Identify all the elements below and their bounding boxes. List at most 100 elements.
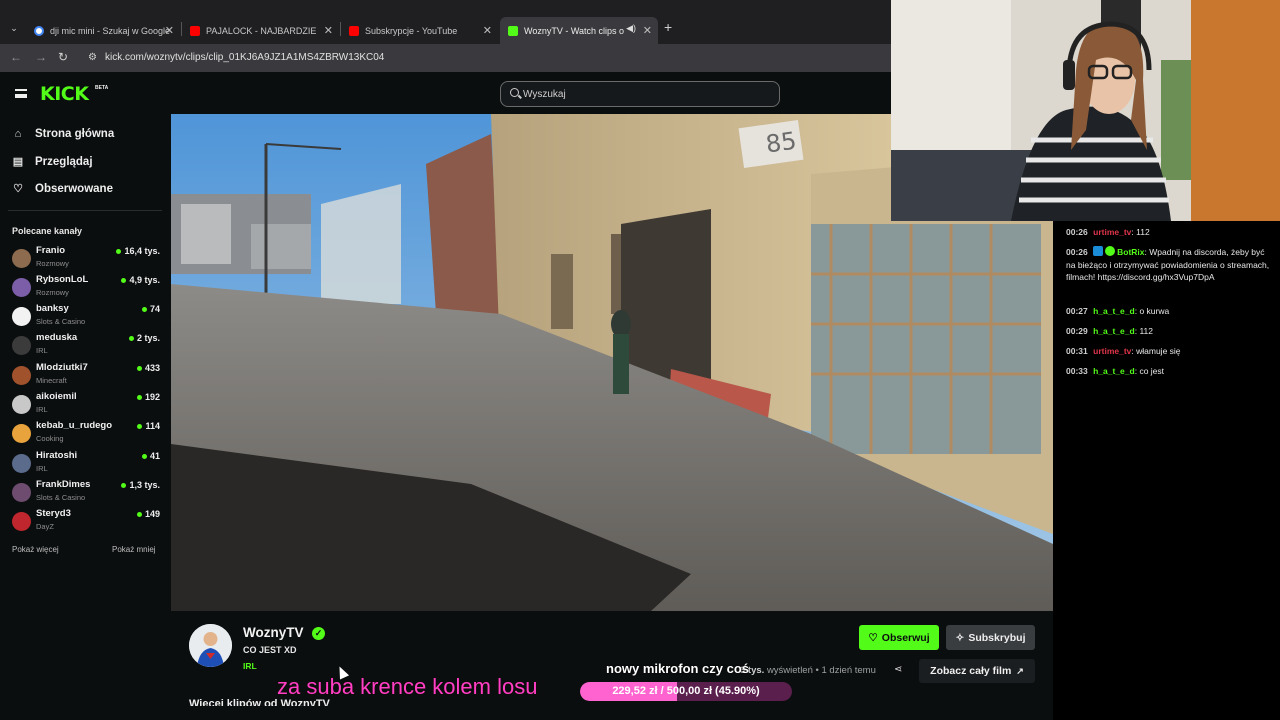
live-dot-icon [116, 248, 122, 254]
nav-browse[interactable]: ▤ Przeglądaj [12, 155, 93, 169]
forward-arrow-icon[interactable]: → [35, 50, 47, 64]
sidebar-channel-aikoiemil[interactable]: aikoiemil IRL 192 [12, 391, 160, 419]
browser-tab-kick[interactable]: WoznyTV - Watch clips on K ◀) ✕ [500, 17, 658, 44]
chat-timestamp: 00:26 [1066, 227, 1088, 237]
back-arrow-icon[interactable]: ← [10, 50, 22, 64]
watch-full-label: Zobacz cały film [930, 665, 1012, 677]
external-link-icon: ↗ [1016, 665, 1024, 676]
kick-logo[interactable]: KICK [40, 83, 89, 105]
nav-home[interactable]: ⌂ Strona główna [12, 128, 115, 140]
category-tag[interactable]: IRL [243, 661, 257, 671]
chat-timestamp: 00:27 [1066, 306, 1088, 316]
channel-avatar[interactable] [189, 624, 232, 667]
chat-text: włamuje się [1136, 346, 1181, 356]
house-number-text: 85 [764, 127, 798, 159]
avatar [12, 395, 31, 414]
browser-tab-bar: ⌄ dji mic mini - Szukaj w Google ✕ PAJAL… [0, 0, 891, 44]
channel-category: DayZ [36, 522, 54, 531]
hamburger-menu-icon[interactable] [15, 89, 27, 98]
subscribe-button[interactable]: ✧ Subskrybuj [946, 625, 1035, 650]
sidebar-channel-hiratoshi[interactable]: Hiratoshi IRL 41 [12, 450, 160, 478]
chat-message: 00:26 BotRix: Wpadnij na discorda, żeby … [1066, 246, 1270, 283]
viewer-count: 41 [141, 451, 160, 461]
screen: ⌄ dji mic mini - Szukaj w Google ✕ PAJAL… [0, 0, 1280, 720]
close-tab-icon[interactable]: ✕ [643, 24, 652, 37]
search-box[interactable] [500, 81, 780, 107]
viewer-count: 16,4 tys. [116, 246, 160, 256]
viewer-count: 114 [137, 421, 160, 431]
reload-icon[interactable]: ↻ [58, 50, 68, 64]
channel-category: Rozmowy [36, 259, 69, 268]
browser-tab-pajalock[interactable]: PAJALOCK - NAJBARDZIEJ TOK ✕ [182, 17, 339, 44]
clip-stats: 3 tys. wyświetleń • 1 dzień temu [740, 665, 876, 676]
sidebar-divider [8, 210, 162, 211]
sidebar-channel-steryd3[interactable]: Steryd3 DayZ 149 [12, 508, 160, 536]
chat-username[interactable]: h_a_t_e_d [1093, 306, 1135, 316]
child-figure [611, 310, 631, 338]
site-info-icon[interactable]: ⚙ [88, 52, 97, 63]
webcam-overlay [891, 0, 1280, 221]
search-input[interactable] [523, 86, 763, 103]
viewer-count-value: 1,3 tys. [129, 480, 160, 490]
nav-following[interactable]: ♡ Obserwowane [12, 182, 113, 196]
watch-full-video-button[interactable]: Zobacz cały film ↗ [919, 659, 1035, 683]
browser-tab-youtube-subs[interactable]: Subskrypcje - YouTube ✕ [341, 17, 498, 44]
nav-label: Przeglądaj [35, 155, 93, 168]
speaker-icon[interactable]: ◀) [626, 23, 636, 34]
show-less-button[interactable]: Pokaż mniej [112, 545, 156, 554]
views-label: wyświetleń [766, 665, 813, 676]
chat-username[interactable]: h_a_t_e_d [1093, 326, 1135, 336]
tab-list-chevron-icon[interactable]: ⌄ [6, 20, 22, 36]
live-dot-icon [141, 453, 147, 459]
tab-title: dji mic mini - Szukaj w Google [50, 25, 170, 36]
avatar-image [189, 624, 232, 667]
sidebar-channel-rybsonlol[interactable]: RybsonLoL Rozmowy 4,9 tys. [12, 274, 160, 302]
chat-username[interactable]: urtime_tv [1093, 227, 1131, 237]
live-dot-icon [121, 482, 127, 488]
follow-button[interactable]: ♡ Obserwuj [859, 625, 939, 650]
show-more-button[interactable]: Pokaż więcej [12, 545, 59, 554]
sidebar-channel-franio[interactable]: Franio Rozmowy 16,4 tys. [12, 245, 160, 273]
chat-username[interactable]: BotRix [1117, 247, 1144, 257]
avatar [12, 307, 31, 326]
viewer-count: 433 [136, 363, 160, 373]
beta-label: BETA [95, 85, 109, 91]
goal-text: 229,52 zł / 500,00 zł (45.90%) [612, 685, 760, 697]
nav-label: Strona główna [35, 128, 115, 140]
sidebar-channel-mlodziutki7[interactable]: Mlodziutki7 Minecraft 433 [12, 362, 160, 390]
viewer-count-value: 74 [149, 304, 160, 314]
live-dot-icon [136, 394, 142, 400]
sidebar-channel-meduska[interactable]: meduska IRL 2 tys. [12, 332, 160, 360]
avatar [12, 336, 31, 355]
viewer-count-value: 114 [145, 421, 160, 431]
channel-category: Cooking [36, 434, 64, 443]
search-icon [510, 88, 519, 97]
avatar [12, 424, 31, 443]
moderator-badge-icon [1093, 246, 1104, 256]
viewer-count-value: 2 tys. [136, 333, 160, 343]
chat-username[interactable]: h_a_t_e_d [1093, 366, 1135, 376]
new-tab-plus-icon[interactable]: + [664, 19, 672, 35]
chat-text: 112 [1136, 227, 1150, 237]
close-tab-icon[interactable]: ✕ [165, 24, 174, 37]
channel-name: Mlodziutki7 [36, 362, 88, 373]
close-tab-icon[interactable]: ✕ [483, 24, 492, 37]
browser-tab-google[interactable]: dji mic mini - Szukaj w Google ✕ [26, 17, 180, 44]
share-icon[interactable]: ⋖ [894, 664, 902, 675]
sidebar-channel-kebab-u-rudego[interactable]: kebab_u_rudego Cooking 114 [12, 420, 160, 448]
channel-name: RybsonLoL [36, 274, 89, 285]
channel-name: banksy [36, 303, 69, 314]
follow-label: Obserwuj [881, 631, 930, 644]
window [551, 254, 573, 329]
viewer-count: 1,3 tys. [121, 480, 160, 490]
chat-panel: 00:26 urtime_tv: 112 00:26 BotRix: Wpadn… [1053, 221, 1280, 720]
chat-text: co jest [1139, 366, 1165, 376]
sidebar-channel-frankdimes[interactable]: FrankDimes Slots & Casino 1,3 tys. [12, 479, 160, 507]
chat-username[interactable]: urtime_tv [1093, 346, 1131, 356]
url-field[interactable]: kick.com/woznytv/clips/clip_01KJ6A9JZ1A1… [105, 52, 384, 63]
viewer-count-value: 192 [144, 392, 160, 402]
avatar [12, 512, 31, 531]
sidebar-channel-banksy[interactable]: banksy Slots & Casino 74 [12, 303, 160, 331]
channel-name[interactable]: WoznyTV [243, 625, 304, 640]
close-tab-icon[interactable]: ✕ [324, 24, 333, 37]
